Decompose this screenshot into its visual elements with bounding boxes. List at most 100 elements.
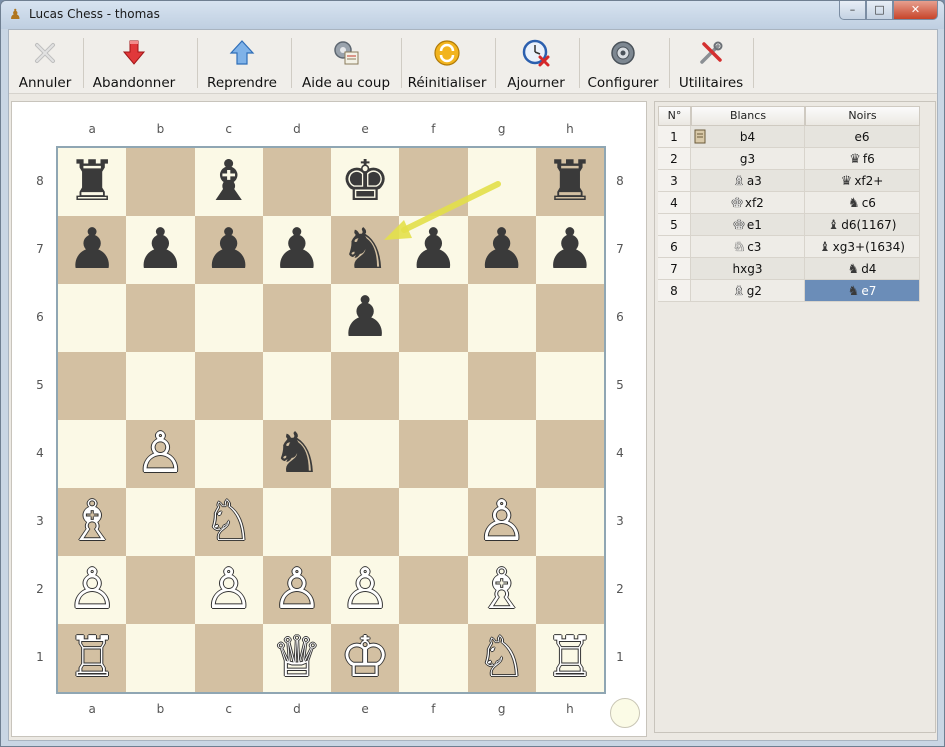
utilitaires-button[interactable]: Utilitaires [675, 32, 747, 92]
board-panel: aabbccddeeffgghh8877665544332211 ♜ ♝ ♚ ♜ ♟ ♟ ♟… [11, 101, 647, 737]
move-piece-icon: ♔ [733, 218, 745, 233]
move-number: 2 [658, 148, 691, 170]
move-row: 7 hxg3 ♞ d4 [658, 258, 922, 280]
move-notation: d6(1167) [841, 218, 897, 232]
move-piece-icon: ♗ [733, 174, 745, 189]
move-black-cell[interactable]: ♝ d6(1167) [805, 214, 920, 236]
turn-indicator [610, 698, 640, 728]
reprendre-label: Reprendre [207, 75, 277, 91]
maximize-button[interactable]: □ [866, 1, 893, 20]
red-down-arrow-icon [122, 40, 146, 65]
move-number: 3 [658, 170, 691, 192]
abandonner-button[interactable]: Abandonner [89, 32, 179, 92]
reset-circle-icon [434, 40, 460, 66]
move-piece-icon: ♛ [849, 152, 861, 167]
move-piece-icon: ♗ [733, 284, 745, 299]
moves-rows: 1 b4 e6 2 g3 ♛ f6 3 ♗ a3 ♛ xf2+ 4 ♔ xf2 ♞ c6 5 ♔ e1 ♝ d6(1167… [658, 126, 922, 302]
toolbar-separator [401, 38, 402, 88]
move-row: 3 ♗ a3 ♛ xf2+ [658, 170, 922, 192]
move-row: 2 g3 ♛ f6 [658, 148, 922, 170]
ajourner-label: Ajourner [507, 75, 565, 91]
aide-au-coup-button[interactable]: Aide au coup [297, 32, 395, 92]
move-row: 5 ♔ e1 ♝ d6(1167) [658, 214, 922, 236]
title-bar[interactable]: ♟ Lucas Chess - thomas – □ ✕ [1, 1, 944, 29]
configure-gear-icon [611, 41, 635, 65]
move-white-cell[interactable]: g3 [691, 148, 805, 170]
reinitialiser-button[interactable]: Réinitialiser [407, 32, 487, 92]
move-piece-icon: ♝ [819, 240, 831, 255]
blue-up-arrow-icon [229, 40, 255, 65]
moves-panel: N° Blancs Noirs 1 b4 e6 2 g3 ♛ f6 3 ♗ a3 ♛ xf2+ 4 ♔ xf… [654, 101, 936, 733]
move-notation: f6 [862, 152, 875, 166]
move-notation: hxg3 [732, 262, 763, 276]
header-black[interactable]: Noirs [805, 106, 920, 126]
move-number: 6 [658, 236, 691, 258]
toolbar-separator [495, 38, 496, 88]
header-num[interactable]: N° [658, 106, 691, 126]
move-white-cell[interactable]: hxg3 [691, 258, 805, 280]
moves-header: N° Blancs Noirs [658, 106, 922, 126]
client-area: Annuler Abandonner Reprendre Aide au cou… [8, 29, 938, 741]
move-notation: g3 [739, 152, 756, 166]
clock-icon [522, 39, 550, 67]
move-white-cell[interactable]: ♗ g2 [691, 280, 805, 302]
app-window: ♟ Lucas Chess - thomas – □ ✕ Annuler Aba… [0, 0, 945, 747]
moves-table: N° Blancs Noirs 1 b4 e6 2 g3 ♛ f6 3 ♗ a3 ♛ xf2+ 4 ♔ xf… [658, 106, 922, 302]
move-row: 6 ♘ c3 ♝ xg3+(1634) [658, 236, 922, 258]
move-white-cell[interactable]: ♗ a3 [691, 170, 805, 192]
move-number: 5 [658, 214, 691, 236]
window-title: Lucas Chess - thomas [29, 7, 160, 21]
move-white-cell[interactable]: ♔ e1 [691, 214, 805, 236]
move-black-cell[interactable]: ♛ xf2+ [805, 170, 920, 192]
close-button[interactable]: ✕ [893, 1, 938, 20]
move-black-cell[interactable]: ♞ c6 [805, 192, 920, 214]
move-notation: e1 [746, 218, 762, 232]
annuler-button[interactable]: Annuler [13, 32, 77, 92]
move-white-cell[interactable]: ♘ c3 [691, 236, 805, 258]
move-notation: e6 [854, 130, 870, 144]
move-number: 8 [658, 280, 691, 302]
move-notation: c6 [861, 196, 876, 210]
header-white[interactable]: Blancs [691, 106, 805, 126]
reprendre-button[interactable]: Reprendre [203, 32, 281, 92]
move-piece-icon: ♛ [840, 174, 853, 189]
move-black-cell[interactable]: ♞ d4 [805, 258, 920, 280]
toolbar: Annuler Abandonner Reprendre Aide au cou… [9, 30, 937, 94]
toolbar-separator [197, 38, 198, 88]
toolbar-separator [579, 38, 580, 88]
move-number: 1 [658, 126, 691, 148]
ajourner-button[interactable]: Ajourner [501, 32, 571, 92]
configurer-button[interactable]: Configurer [585, 32, 661, 92]
toolbar-separator [753, 38, 754, 88]
move-piece-icon: ♞ [848, 196, 860, 211]
move-piece-icon: ♔ [731, 196, 743, 211]
move-row: 1 b4 e6 [658, 126, 922, 148]
move-row: 8 ♗ g2 ♞ e7 [658, 280, 922, 302]
move-notation: b4 [739, 130, 756, 144]
minimize-button[interactable]: – [839, 1, 866, 20]
move-number: 7 [658, 258, 691, 280]
move-notation: g2 [746, 284, 762, 298]
last-move-arrow [384, 181, 501, 240]
toolbar-separator [83, 38, 84, 88]
move-number: 4 [658, 192, 691, 214]
abandonner-label: Abandonner [92, 75, 176, 91]
move-notation: xf2+ [854, 174, 884, 188]
move-white-cell[interactable]: b4 [691, 126, 805, 148]
gear-help-icon [334, 41, 359, 65]
move-white-cell[interactable]: ♔ xf2 [691, 192, 805, 214]
reinitialiser-label: Réinitialiser [407, 75, 487, 91]
move-piece-icon: ♞ [847, 284, 860, 299]
move-black-cell[interactable]: ♞ e7 [805, 280, 920, 302]
move-notation: c3 [747, 240, 762, 254]
annuler-label: Annuler [18, 75, 72, 91]
move-piece-icon: ♘ [733, 240, 746, 255]
app-pawn-icon: ♟ [9, 7, 22, 23]
move-piece-icon: ♝ [827, 218, 840, 233]
move-row: 4 ♔ xf2 ♞ c6 [658, 192, 922, 214]
move-black-cell[interactable]: ♝ xg3+(1634) [805, 236, 920, 258]
move-notation: xf2 [744, 196, 764, 210]
move-notation: d4 [861, 262, 877, 276]
move-black-cell[interactable]: e6 [805, 126, 920, 148]
move-black-cell[interactable]: ♛ f6 [805, 148, 920, 170]
